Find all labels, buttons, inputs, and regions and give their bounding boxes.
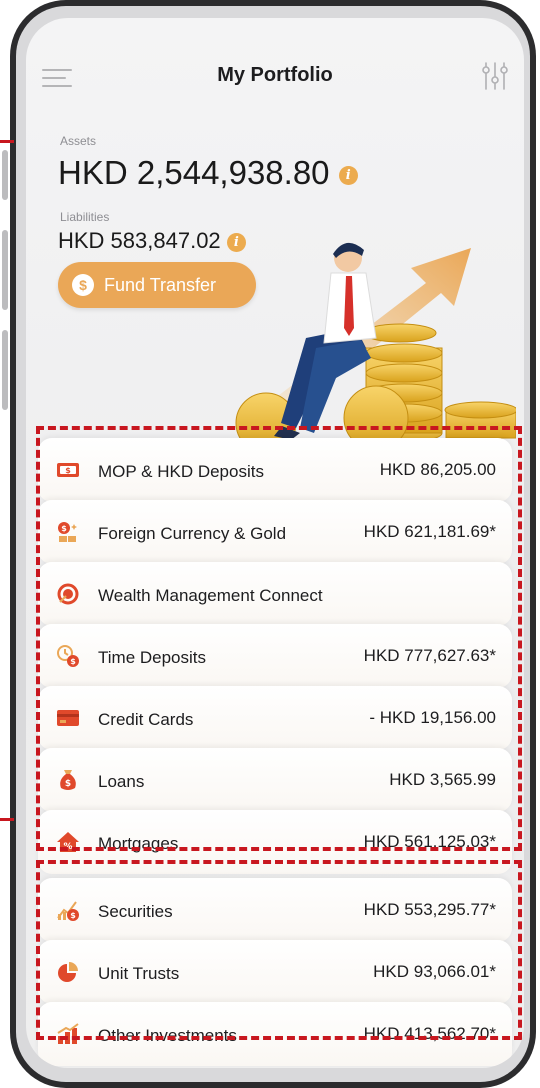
list-item-unit-trusts[interactable]: Unit Trusts HKD 93,066.01* [38, 940, 512, 1004]
list-item-label: Unit Trusts [98, 964, 180, 983]
list-item-value: HKD 3,565.99 [389, 770, 496, 789]
svg-text:$: $ [61, 524, 67, 533]
list-item-foreign-currency-gold[interactable]: $ Foreign Currency & Gold HKD 621,181.69… [38, 500, 512, 564]
page-title: My Portfolio [217, 64, 333, 86]
dollar-coin-icon: $ [72, 274, 94, 296]
assets-amount: HKD 2,544,938.80 [58, 154, 330, 191]
list-item-value: HKD 86,205.00 [379, 460, 496, 479]
volume-up-button [2, 230, 8, 310]
list-item-label: Wealth Management Connect [98, 586, 323, 605]
bar-chart-icon [57, 1023, 79, 1044]
volume-down-button [2, 330, 8, 410]
list-item-securities[interactable]: $ Securities HKD 553,295.77* [38, 878, 512, 942]
app-screen: My Portfolio Assets HKD 2,544,938.80 i L… [26, 18, 524, 1068]
svg-text:$: $ [70, 911, 76, 920]
list-item-label: Credit Cards [98, 710, 194, 729]
svg-text:$: $ [65, 466, 71, 475]
credit-card-icon [57, 710, 79, 726]
list-item-time-deposits[interactable]: $ Time Deposits HKD 777,627.63* [38, 624, 512, 688]
securities-chart-icon: $ [57, 901, 79, 921]
list-item-label: Other Investments [98, 1026, 237, 1045]
list-item-label: Mortgages [98, 834, 179, 853]
list-item-label: Time Deposits [98, 648, 207, 667]
list-item-loans[interactable]: $ Loans HKD 3,565.99 [38, 748, 512, 812]
list-item-label: Securities [98, 902, 173, 921]
liabilities-label: Liabilities [60, 210, 110, 224]
list-item-credit-cards[interactable]: Credit Cards - HKD 19,156.00 [38, 686, 512, 750]
list-item-label: Foreign Currency & Gold [98, 524, 287, 543]
list-item-value: HKD 553,295.77* [363, 900, 496, 919]
list-item-other-investments[interactable]: Other Investments HKD 413,562.70* [38, 1002, 512, 1066]
list-item-value: HKD 621,181.69* [363, 522, 496, 541]
filter-settings-icon[interactable] [480, 60, 510, 92]
assets-info-icon[interactable]: i [338, 165, 358, 185]
pie-chart-icon [58, 962, 78, 982]
gold-coin-icon: $ [58, 522, 77, 542]
assets-total: HKD 2,544,938.80 i [58, 154, 358, 192]
list-item-mop-hkd-deposits[interactable]: $ MOP & HKD Deposits HKD 86,205.00 [38, 438, 512, 502]
mute-switch [2, 150, 8, 200]
list-item-mortgages[interactable]: % Mortgages HKD 561,125.03* [38, 810, 512, 874]
list-item-value: - HKD 19,156.00 [369, 708, 496, 727]
cash-icon: $ [57, 463, 79, 477]
house-percent-icon: % [57, 832, 79, 852]
callout-marker [0, 818, 14, 821]
list-item-value: HKD 413,562.70* [363, 1024, 496, 1043]
svg-text:%: % [63, 842, 72, 852]
svg-text:$: $ [70, 657, 76, 666]
svg-text:$: $ [65, 779, 71, 789]
callout-marker [0, 140, 14, 143]
portfolio-illustration [235, 242, 516, 454]
list-item-wealth-management-connect[interactable]: Wealth Management Connect [38, 562, 512, 626]
list-item-value: HKD 777,627.63* [363, 646, 496, 665]
list-item-value: HKD 561,125.03* [363, 832, 496, 851]
wealth-connect-icon [57, 583, 79, 605]
list-item-label: MOP & HKD Deposits [98, 462, 264, 481]
top-bar: My Portfolio [26, 58, 524, 98]
clock-coin-icon: $ [57, 645, 79, 667]
list-item-label: Loans [98, 772, 145, 791]
money-bag-icon: $ [60, 770, 76, 790]
assets-label: Assets [60, 134, 97, 148]
list-item-value: HKD 93,066.01* [373, 962, 496, 981]
